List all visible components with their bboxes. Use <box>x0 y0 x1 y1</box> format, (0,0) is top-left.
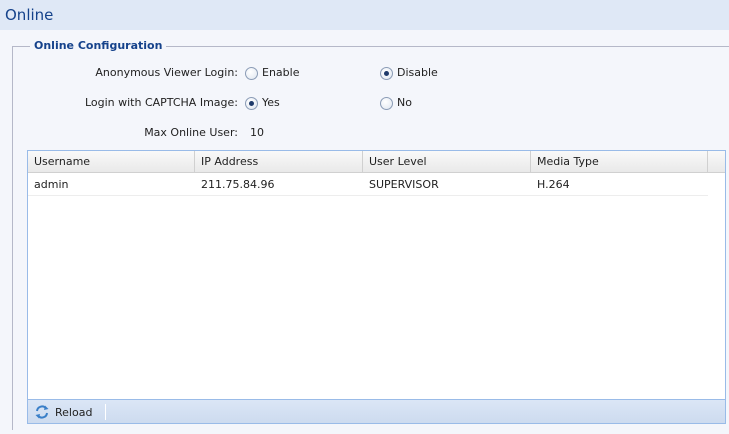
cell-user-level: SUPERVISOR <box>369 178 439 191</box>
max-online-value: 10 <box>250 126 264 139</box>
anonymous-disable-radio[interactable]: Disable <box>380 65 438 81</box>
page-title: Online <box>5 6 54 24</box>
reload-label: Reload <box>55 405 93 419</box>
grid-toolbar: Reload <box>28 399 725 423</box>
anonymous-login-row: Anonymous Viewer Login: Enable Disable <box>0 65 729 81</box>
table-row[interactable]: admin 211.75.84.96 SUPERVISOR H.264 <box>28 174 708 196</box>
anonymous-enable-radio[interactable]: Enable <box>245 65 299 81</box>
radio-unchecked-icon[interactable] <box>380 96 393 110</box>
captcha-yes-radio[interactable]: Yes <box>245 95 280 111</box>
captcha-yes-label: Yes <box>262 96 280 109</box>
max-online-row: Max Online User: 10 <box>0 125 729 141</box>
cell-username: admin <box>34 178 69 191</box>
column-header-username[interactable]: Username <box>28 151 195 173</box>
grid-header: Username IP Address User Level Media Typ… <box>28 151 725 173</box>
max-online-label: Max Online User: <box>144 126 238 139</box>
captcha-login-row: Login with CAPTCHA Image: Yes No <box>0 95 729 111</box>
cell-ip-address: 211.75.84.96 <box>201 178 275 191</box>
online-users-grid: Username IP Address User Level Media Typ… <box>27 150 726 424</box>
reload-button[interactable]: Reload <box>34 403 92 421</box>
column-header-media-type[interactable]: Media Type <box>531 151 708 173</box>
refresh-icon <box>35 405 49 419</box>
captcha-no-radio[interactable]: No <box>380 95 412 111</box>
column-header-user-level[interactable]: User Level <box>363 151 531 173</box>
anonymous-disable-label: Disable <box>397 66 438 79</box>
page-header <box>0 0 729 30</box>
anonymous-login-label: Anonymous Viewer Login: <box>95 66 238 79</box>
captcha-no-label: No <box>397 96 412 109</box>
column-header-ip-address[interactable]: IP Address <box>195 151 363 173</box>
fieldset-legend: Online Configuration <box>30 39 167 52</box>
captcha-login-label: Login with CAPTCHA Image: <box>84 96 238 109</box>
cell-media-type: H.264 <box>537 178 570 191</box>
radio-checked-icon[interactable] <box>380 66 393 80</box>
radio-unchecked-icon[interactable] <box>245 66 258 80</box>
anonymous-enable-label: Enable <box>262 66 300 79</box>
radio-checked-icon[interactable] <box>245 96 258 110</box>
toolbar-separator <box>105 404 106 420</box>
